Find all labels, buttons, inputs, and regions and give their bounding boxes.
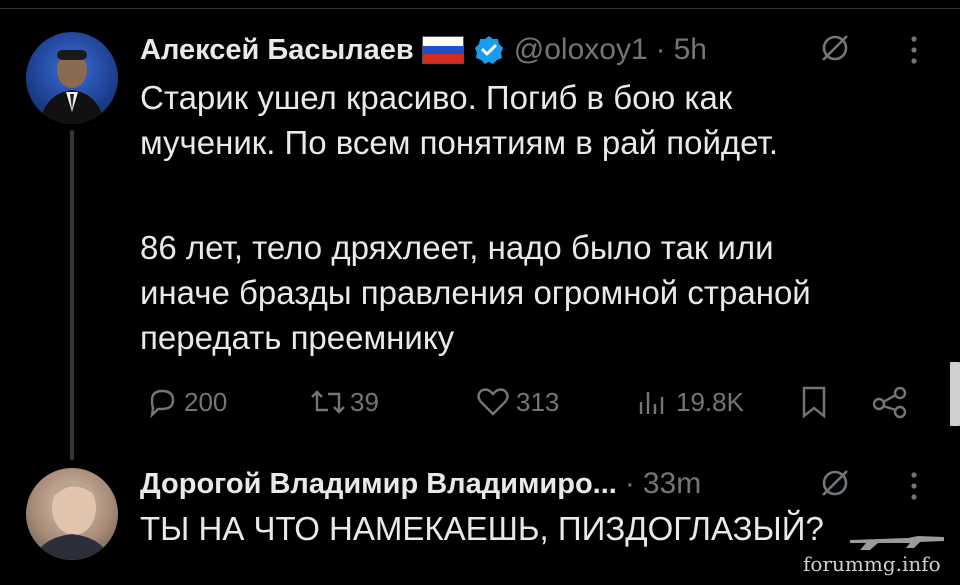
heart-icon [477,388,509,416]
tweet-header: Алексей Басылаев @oloxoy1 · 5h [140,28,707,72]
russia-flag-icon [421,36,464,64]
thread-connector [70,130,74,460]
watermark-text: forummg.info [803,552,941,576]
avatar-portrait [34,481,110,560]
bookmark-icon [802,386,826,419]
reply-count: 200 [184,386,228,417]
grok-icon[interactable] [818,31,852,65]
separator-dot: · [655,33,666,66]
tweet-text-line: передать преемнику [140,319,455,356]
tweet-text-line: иначе бразды правления огромной страной [140,274,811,311]
grok-icon[interactable] [818,466,852,500]
tweet-text-paragraph-1: Старик ушел красиво. Погиб в бою как муч… [140,75,778,165]
scrollbar-thumb[interactable] [950,362,960,426]
tweet-text-line: Старик ушел красиво. Погиб в бою как [140,79,733,116]
reply-timestamp[interactable]: 33m [643,467,701,501]
tweet-text-line: мученик. По всем понятиям в рай пойдет. [140,124,779,161]
tweet-text-paragraph-2: 86 лет, тело дряхлеет, надо было так или… [140,225,811,360]
bookmark-button[interactable] [796,380,832,424]
reply-author-avatar[interactable] [26,468,118,560]
verified-badge-icon [474,36,503,64]
more-options-icon[interactable] [908,469,920,503]
retweet-count: 39 [350,386,379,417]
author-name[interactable]: Алексей Басылаев [140,34,414,67]
top-divider [0,8,960,9]
views-button[interactable]: 19.8K [634,380,744,424]
like-count: 313 [516,386,560,417]
reply-button[interactable]: 200 [144,380,227,424]
author-avatar[interactable] [26,32,118,124]
reply-header: Дорогой Владимир Владимиро... · 33m [140,462,701,506]
author-handle[interactable]: @oloxoy1 [514,33,648,67]
share-button[interactable] [870,380,910,424]
separator-dot: · [624,467,635,500]
more-options-icon[interactable] [908,33,920,67]
reply-icon [150,389,175,419]
like-button[interactable]: 313 [474,380,559,424]
tweet-actions-bar: 200 39 313 19.8K [140,380,920,424]
retweet-icon [311,390,345,414]
tweet-text-line: 86 лет, тело дряхлеет, надо было так или [140,229,774,266]
retweet-button[interactable]: 39 [308,380,379,424]
reply-text: ТЫ НА ЧТО НАМЕКАЕШЬ, ПИЗДОГЛАЗЫЙ? [140,510,824,547]
share-icon [872,386,907,419]
tweet-timestamp[interactable]: 5h [674,33,707,67]
views-icon [639,392,664,414]
views-count: 19.8K [676,386,744,417]
avatar-portrait [40,50,104,124]
reply-author-name[interactable]: Дорогой Владимир Владимиро... [140,468,617,501]
rifle-watermark-icon [850,536,944,550]
